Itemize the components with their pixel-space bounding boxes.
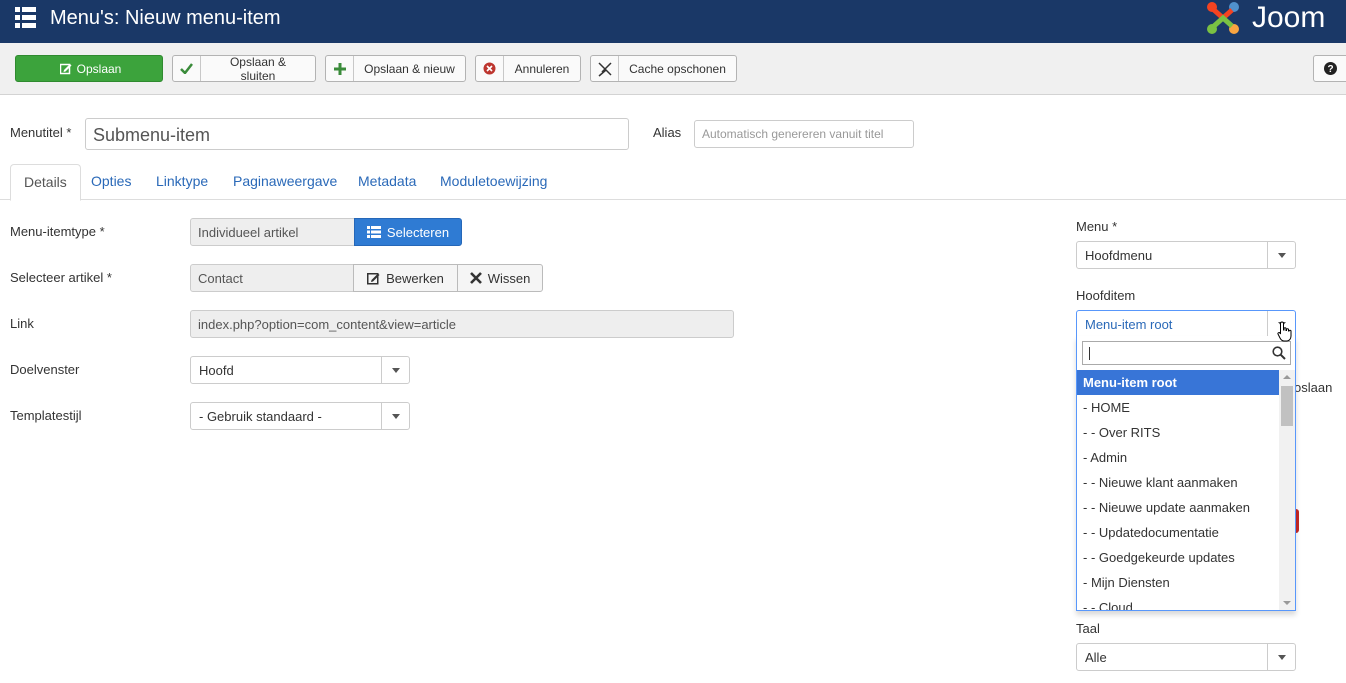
chevron-down-icon — [1267, 242, 1295, 268]
chevron-down-icon — [381, 403, 409, 429]
list-icon — [366, 226, 381, 238]
parent-item-select[interactable]: Menu-item root — [1076, 310, 1296, 337]
menu-item-type-label: Menu-itemtype * — [10, 224, 105, 239]
template-style-select[interactable]: - Gebruik standaard - — [190, 402, 410, 430]
dropdown-option[interactable]: - Mijn Diensten — [1077, 570, 1279, 595]
edit-icon — [57, 56, 75, 81]
select-article-label: Selecteer artikel * — [10, 270, 112, 285]
dropdown-option[interactable]: - - Goedgekeurde updates — [1077, 545, 1279, 570]
dropdown-scrollbar[interactable] — [1279, 370, 1295, 610]
language-label: Taal — [1076, 621, 1100, 636]
scroll-up-icon[interactable] — [1283, 375, 1291, 379]
joomla-logo[interactable]: Joom — [1204, 0, 1346, 38]
partial-label: oslaan — [1294, 380, 1333, 395]
link-value: index.php?option=com_content&view=articl… — [190, 310, 734, 338]
tab-bar: Details Opties Linktype Paginaweergave M… — [0, 164, 1346, 201]
dropdown-option[interactable]: Menu-item root — [1077, 370, 1279, 395]
menu-label: Menu * — [1076, 219, 1118, 234]
alias-label: Alias — [653, 125, 682, 140]
dropdown-search-input[interactable] — [1082, 341, 1291, 365]
target-window-select[interactable]: Hoofd — [190, 356, 410, 384]
hand-cursor-icon — [1277, 321, 1292, 342]
cancel-circle-icon — [476, 56, 504, 81]
tab-metadata[interactable]: Metadata — [345, 164, 429, 200]
top-header: Menu's: Nieuw menu-item Joom — [0, 0, 1346, 43]
title-input[interactable]: Submenu-item — [85, 118, 629, 150]
chevron-down-icon — [1267, 644, 1295, 670]
tab-options[interactable]: Opties — [78, 164, 144, 200]
dropdown-option[interactable]: - - Nieuwe update aanmaken — [1077, 495, 1279, 520]
dropdown-option[interactable]: - - Over RITS — [1077, 420, 1279, 445]
title-label: Menutitel * — [10, 125, 72, 140]
chevron-down-icon — [381, 357, 409, 383]
clear-cache-button[interactable]: Cache opschonen — [590, 55, 737, 82]
dropdown-option[interactable]: - Admin — [1077, 445, 1279, 470]
scroll-down-icon[interactable] — [1283, 601, 1291, 605]
plus-icon — [326, 56, 354, 81]
save-close-button[interactable]: Opslaan & sluiten — [172, 55, 316, 83]
joomla-mark-icon — [1207, 2, 1239, 34]
logo-text: Joom — [1252, 1, 1326, 34]
page-title: Menu's: Nieuw menu-item — [50, 7, 281, 29]
lightning-icon — [591, 56, 619, 81]
tab-linktype[interactable]: Linktype — [143, 164, 221, 200]
tab-page-display[interactable]: Paginaweergave — [220, 164, 350, 200]
help-button[interactable]: ? — [1313, 55, 1346, 82]
alias-input[interactable]: Automatisch genereren vanuit titel — [694, 120, 914, 148]
parent-item-dropdown[interactable]: Menu-item root - HOME - - Over RITS - Ad… — [1076, 336, 1296, 611]
tab-module-assignment[interactable]: Moduletoewijzing — [427, 164, 560, 200]
toolbar: Opslaan Opslaan & sluiten Opslaan & nieu… — [0, 43, 1346, 95]
link-label: Link — [10, 316, 34, 331]
menu-item-type-value: Individueel artikel — [190, 218, 355, 246]
menu-grid-icon[interactable] — [15, 7, 36, 28]
save-button[interactable]: Opslaan — [15, 55, 163, 82]
check-icon — [173, 56, 201, 81]
dropdown-options: Menu-item root - HOME - - Over RITS - Ad… — [1077, 370, 1279, 610]
parent-item-label: Hoofditem — [1076, 288, 1136, 303]
edit-article-button[interactable]: Bewerken — [353, 264, 458, 292]
save-new-button[interactable]: Opslaan & nieuw — [325, 55, 466, 82]
dropdown-option[interactable]: - - Nieuwe klant aanmaken — [1077, 470, 1279, 495]
menu-select[interactable]: Hoofdmenu — [1076, 241, 1296, 269]
language-select[interactable]: Alle — [1076, 643, 1296, 671]
text-cursor — [1089, 347, 1090, 360]
tab-details[interactable]: Details — [10, 164, 81, 201]
template-style-label: Templatestijl — [10, 408, 82, 423]
close-icon — [469, 272, 482, 284]
clear-article-button[interactable]: Wissen — [457, 264, 543, 292]
article-value: Contact — [190, 264, 355, 292]
target-window-label: Doelvenster — [10, 362, 80, 377]
search-icon — [1272, 346, 1286, 360]
dropdown-option[interactable]: - - Cloud — [1077, 595, 1279, 610]
help-icon: ? — [1324, 62, 1337, 75]
cancel-button[interactable]: Annuleren — [475, 55, 581, 82]
dropdown-option[interactable]: - - Updatedocumentatie — [1077, 520, 1279, 545]
svg-text:?: ? — [1327, 64, 1333, 75]
edit-icon — [367, 272, 380, 284]
scroll-thumb[interactable] — [1281, 386, 1293, 426]
select-type-button[interactable]: Selecteren — [354, 218, 462, 246]
dropdown-option[interactable]: - HOME — [1077, 395, 1279, 420]
